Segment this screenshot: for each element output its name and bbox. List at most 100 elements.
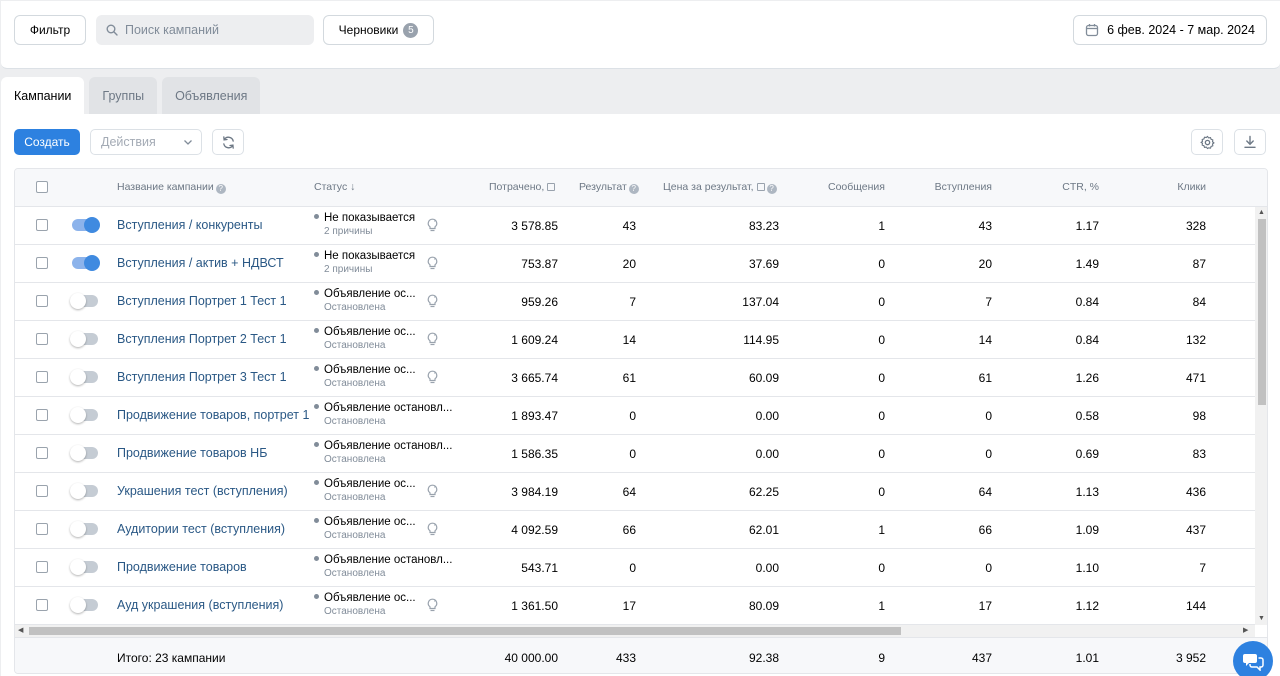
- create-button[interactable]: Создать: [14, 129, 80, 155]
- row-checkbox[interactable]: [36, 523, 48, 535]
- campaign-toggle[interactable]: [70, 559, 98, 575]
- campaign-toggle[interactable]: [70, 597, 98, 613]
- campaign-status: Объявление остановл... Остановлена: [314, 554, 454, 579]
- filter-button[interactable]: Фильтр: [14, 15, 86, 45]
- col-status-header[interactable]: Статус ↓: [314, 181, 355, 193]
- table-row[interactable]: Продвижение товаров НБ Объявление останов…: [15, 435, 1255, 473]
- horizontal-scrollbar[interactable]: ◀ ▶: [15, 625, 1255, 637]
- row-checkbox[interactable]: [36, 409, 48, 421]
- cell-clicks: 87: [1192, 257, 1206, 271]
- horizontal-scroll-thumb[interactable]: [29, 627, 901, 635]
- cell-joins: 64: [978, 485, 992, 499]
- status-dot: [314, 594, 319, 599]
- campaign-toggle[interactable]: [72, 217, 100, 233]
- tab-groups[interactable]: Группы: [89, 77, 158, 115]
- vertical-scrollbar[interactable]: ▲ ▼: [1255, 207, 1267, 625]
- download-icon: [1244, 135, 1256, 149]
- row-checkbox[interactable]: [36, 219, 48, 231]
- toggle-knob: [70, 483, 86, 499]
- lightbulb-icon[interactable]: [426, 370, 439, 387]
- col-cpr-header[interactable]: Цена за результат,?: [663, 181, 777, 194]
- totals-messages: 9: [878, 651, 885, 665]
- campaign-name-link[interactable]: Вступления Портрет 2 Тест 1: [117, 332, 287, 346]
- campaign-toggle[interactable]: [70, 293, 98, 309]
- row-checkbox[interactable]: [36, 599, 48, 611]
- col-joins-header[interactable]: Вступления: [935, 181, 992, 193]
- table-row[interactable]: Вступления / конкуренты Не показывается 2 …: [15, 207, 1255, 245]
- refresh-button[interactable]: [212, 129, 244, 155]
- table-row[interactable]: Вступления Портрет 2 Тест 1 Объявление ос…: [15, 321, 1255, 359]
- row-checkbox[interactable]: [36, 371, 48, 383]
- cell-messages: 0: [878, 333, 885, 347]
- select-all-checkbox[interactable]: [36, 181, 48, 193]
- campaign-toggle[interactable]: [70, 483, 98, 499]
- table-row[interactable]: Продвижение товаров Объявление остановл..…: [15, 549, 1255, 587]
- row-checkbox[interactable]: [36, 561, 48, 573]
- campaign-toggle[interactable]: [70, 331, 98, 347]
- scroll-down-arrow[interactable]: ▼: [1258, 615, 1265, 623]
- lightbulb-icon[interactable]: [426, 294, 439, 311]
- scroll-right-arrow[interactable]: ▶: [1243, 627, 1248, 635]
- drafts-button[interactable]: Черновики 5: [323, 15, 434, 45]
- row-checkbox[interactable]: [36, 257, 48, 269]
- table-row[interactable]: Ауд украшения (вступления) Объявление ос.…: [15, 587, 1255, 625]
- campaign-name-link[interactable]: Вступления Портрет 1 Тест 1: [117, 294, 287, 308]
- col-ctr-header[interactable]: CTR, %: [1062, 181, 1099, 193]
- lightbulb-icon[interactable]: [426, 256, 439, 273]
- campaign-name-link[interactable]: Вступления / конкуренты: [117, 218, 263, 232]
- row-checkbox[interactable]: [36, 295, 48, 307]
- campaign-name-link[interactable]: Продвижение товаров: [117, 560, 247, 574]
- row-checkbox[interactable]: [36, 447, 48, 459]
- cell-cpr: 60.09: [748, 371, 779, 385]
- scroll-left-arrow[interactable]: ◀: [18, 627, 23, 635]
- table-row[interactable]: Вступления Портрет 1 Тест 1 Объявление ос…: [15, 283, 1255, 321]
- lightbulb-icon[interactable]: [426, 218, 439, 235]
- campaign-toggle[interactable]: [72, 255, 100, 271]
- col-spent-header[interactable]: Потрачено,: [489, 181, 556, 193]
- campaign-name-link[interactable]: Украшения тест (вступления): [117, 484, 288, 498]
- vertical-scroll-thumb[interactable]: [1258, 219, 1266, 405]
- cell-result: 14: [622, 333, 636, 347]
- tab-ads[interactable]: Объявления: [162, 77, 261, 115]
- campaign-name-link[interactable]: Вступления Портрет 3 Тест 1: [117, 370, 287, 384]
- col-clicks-header[interactable]: Клики: [1177, 181, 1206, 193]
- search-input[interactable]: [125, 23, 305, 37]
- campaign-name-link[interactable]: Аудитории тест (вступления): [117, 522, 285, 536]
- table-row[interactable]: Аудитории тест (вступления) Объявление ос…: [15, 511, 1255, 549]
- campaign-name-link[interactable]: Продвижение товаров, портрет 1: [117, 408, 309, 422]
- calendar-icon: [1085, 24, 1099, 37]
- campaign-toggle[interactable]: [70, 521, 98, 537]
- row-checkbox[interactable]: [36, 333, 48, 345]
- tab-campaigns[interactable]: Кампании: [1, 77, 85, 115]
- campaign-name-link[interactable]: Вступления / актив + НДВСТ: [117, 256, 284, 270]
- campaign-toggle[interactable]: [70, 407, 98, 423]
- col-name-header[interactable]: Название кампании?: [117, 181, 226, 194]
- lightbulb-icon[interactable]: [426, 332, 439, 349]
- table-row[interactable]: Продвижение товаров, портрет 1 Объявление…: [15, 397, 1255, 435]
- search-box[interactable]: [96, 15, 314, 45]
- scroll-up-arrow[interactable]: ▲: [1258, 209, 1265, 217]
- table-row[interactable]: Вступления Портрет 3 Тест 1 Объявление ос…: [15, 359, 1255, 397]
- cell-ctr: 1.17: [1075, 219, 1099, 233]
- help-icon[interactable]: ?: [766, 184, 777, 194]
- chat-button[interactable]: [1233, 641, 1273, 676]
- campaign-toggle[interactable]: [70, 369, 98, 385]
- status-dot: [314, 366, 319, 371]
- campaign-name-link[interactable]: Ауд украшения (вступления): [117, 598, 283, 612]
- date-range-button[interactable]: 6 фев. 2024 - 7 мар. 2024: [1073, 15, 1267, 45]
- settings-button[interactable]: [1191, 129, 1223, 155]
- help-icon[interactable]: ?: [215, 184, 226, 194]
- table-row[interactable]: Вступления / актив + НДВСТ Не показываетс…: [15, 245, 1255, 283]
- campaign-name-link[interactable]: Продвижение товаров НБ: [117, 446, 267, 460]
- col-messages-header[interactable]: Сообщения: [828, 181, 885, 193]
- row-checkbox[interactable]: [36, 485, 48, 497]
- help-icon[interactable]: ?: [628, 184, 639, 194]
- table-row[interactable]: Украшения тест (вступления) Объявление ос…: [15, 473, 1255, 511]
- campaign-toggle[interactable]: [70, 445, 98, 461]
- col-result-header[interactable]: Результат?: [579, 181, 639, 194]
- lightbulb-icon[interactable]: [426, 598, 439, 615]
- download-button[interactable]: [1234, 129, 1266, 155]
- actions-select[interactable]: Действия: [90, 129, 202, 155]
- lightbulb-icon[interactable]: [426, 522, 439, 539]
- lightbulb-icon[interactable]: [426, 484, 439, 501]
